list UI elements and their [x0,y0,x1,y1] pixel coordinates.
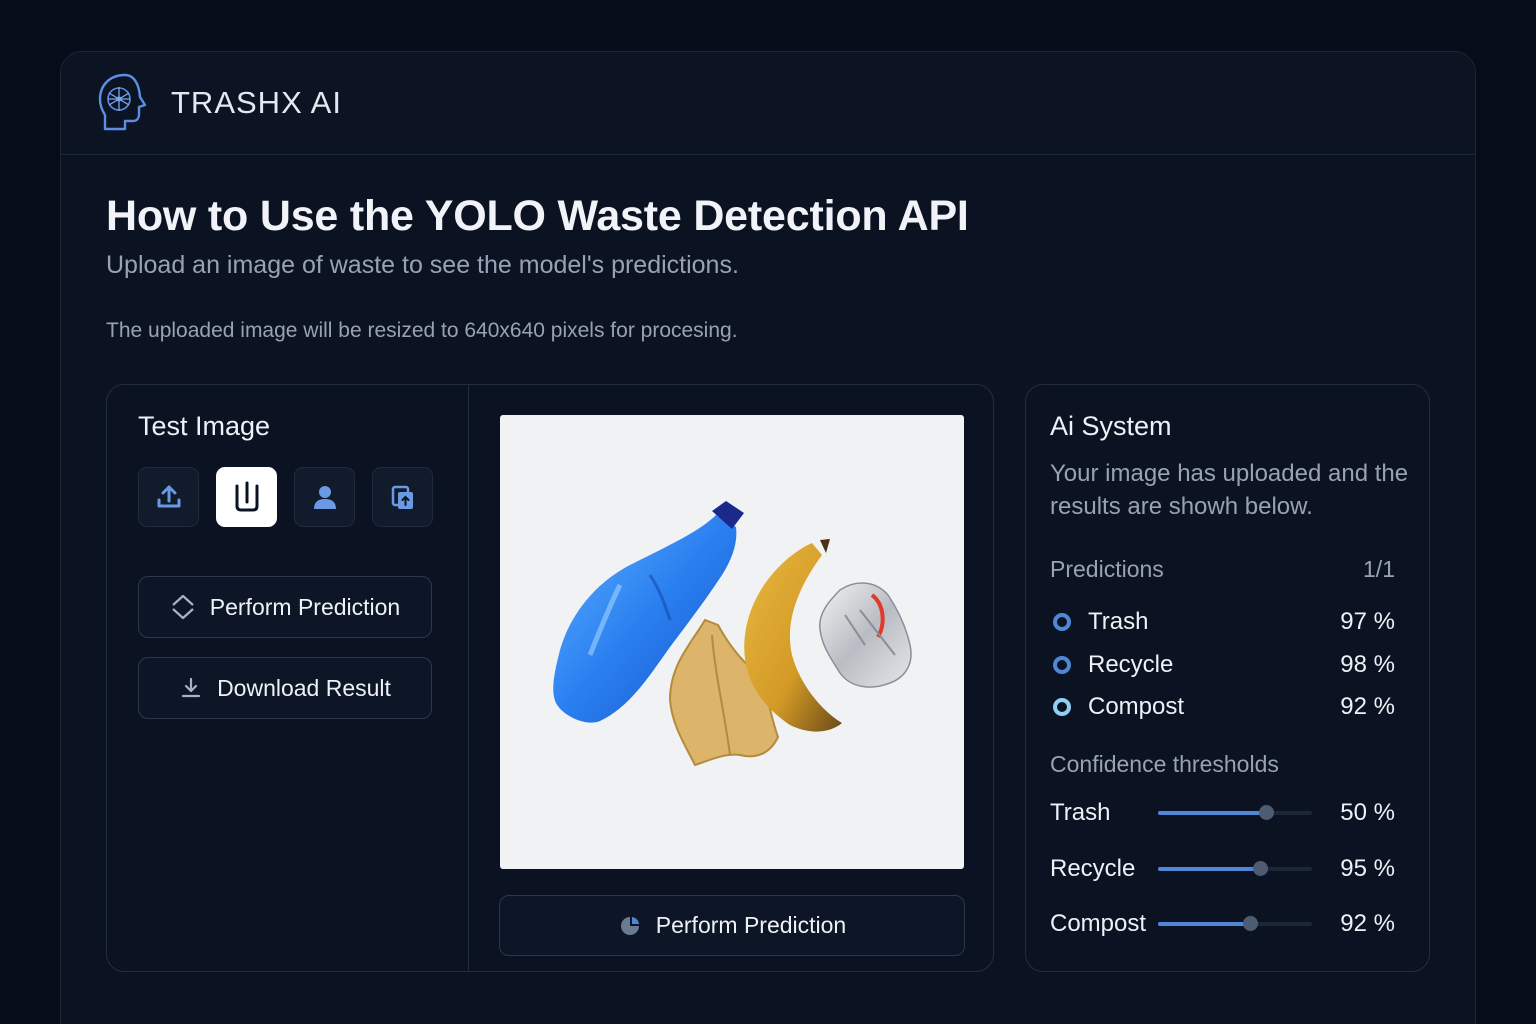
test-image-title: Test Image [138,411,271,441]
trash-threshold-slider[interactable] [1158,805,1312,820]
download-result-label: Download Result [217,674,391,701]
predictions-count: 1/1 [1363,556,1395,582]
ai-head-icon [95,71,151,135]
predictions-label: Predictions [1050,556,1164,582]
slider-fill [1158,922,1251,926]
threshold-label: Trash [1050,799,1111,826]
threshold-value: 50 % [1340,799,1395,826]
thresholds-label: Confidence thresholds [1050,751,1279,777]
perform-prediction-label: Perform Prediction [209,593,401,620]
prediction-row: Trash 97 % [1050,608,1395,636]
status-dot-icon [1053,656,1071,674]
prediction-label: Recycle [1088,651,1174,678]
threshold-label: Compost [1050,910,1147,937]
perform-prediction-button[interactable]: Perform Prediction [138,576,432,638]
app-window: TRASHX AI How to Use the YOLO Waste Dete… [60,51,1476,1024]
status-dot-icon [1053,613,1071,631]
prediction-row: Recycle 98 % [1050,651,1395,679]
brand-name: TRASHX AI [171,85,342,120]
ai-system-title: Ai System [1050,411,1172,441]
capture-button[interactable] [216,467,277,527]
upload-button[interactable] [138,467,199,527]
download-icon [181,677,201,698]
threshold-row: Recycle 95 % [1050,854,1395,884]
slider-knob[interactable] [1243,916,1259,931]
perform-prediction-bottom-label: Perform Prediction [655,912,847,938]
thresholds-header: Confidence thresholds [1050,751,1395,778]
waste-image [500,415,964,869]
threshold-row: Trash 50 % [1050,798,1395,828]
upload-icon [157,485,180,508]
test-image-panel: Test Image Perform Prediction Download R… [106,384,994,972]
user-button[interactable] [294,467,355,527]
slider-knob[interactable] [1258,805,1274,820]
page-subtitle: Upload an image of waste to see the mode… [106,251,739,279]
prediction-label: Trash [1088,608,1149,635]
predictions-header: Predictions 1/1 [1050,556,1395,583]
image-source-toolbar [138,467,433,527]
can-shape [819,582,912,688]
compost-threshold-slider[interactable] [1158,916,1312,931]
slider-fill [1158,867,1260,871]
prediction-label: Compost [1088,693,1185,720]
user-icon [313,486,336,509]
capture-icon [235,481,258,512]
threshold-value: 95 % [1340,855,1395,882]
resize-note: The uploaded image will be resized to 64… [106,319,738,342]
prediction-row: Compost 92 % [1050,693,1395,721]
ai-system-description: Your image has uploaded and the results … [1050,460,1409,520]
top-bar: TRASHX AI [61,52,1475,155]
prediction-value: 92 % [1340,693,1395,720]
perform-prediction-bottom-button[interactable]: Perform Prediction [499,895,965,956]
download-result-button[interactable]: Download Result [138,657,432,719]
slider-fill [1158,811,1266,815]
main-content: How to Use the YOLO Waste Detection API … [106,192,1436,343]
threshold-label: Recycle [1050,855,1136,882]
paste-button[interactable] [372,467,433,527]
slider-knob[interactable] [1252,861,1268,876]
pie-chart-icon [620,916,639,935]
prediction-value: 98 % [1340,651,1395,678]
threshold-value: 92 % [1340,910,1395,937]
threshold-row: Compost 92 % [1050,909,1395,939]
paste-icon [391,485,413,509]
ai-system-panel: Ai System Your image has uploaded and th… [1025,384,1430,972]
page-title: How to Use the YOLO Waste Detection API [106,192,969,240]
recycle-threshold-slider[interactable] [1158,861,1312,876]
diamond-icon [172,594,194,620]
prediction-value: 97 % [1340,608,1395,635]
status-dot-icon [1053,698,1071,716]
test-controls: Test Image Perform Prediction Download R… [107,385,469,971]
